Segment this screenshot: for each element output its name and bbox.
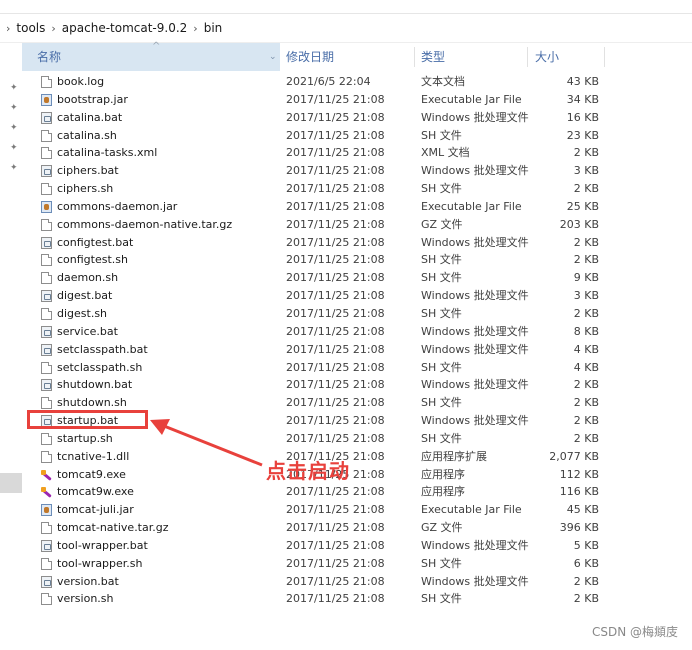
arrow-shaft (158, 422, 263, 467)
annotation-label: 点击启动 (266, 459, 350, 483)
watermark: CSDN @梅頫庋 (591, 625, 678, 639)
annotation-arrow (150, 419, 263, 467)
